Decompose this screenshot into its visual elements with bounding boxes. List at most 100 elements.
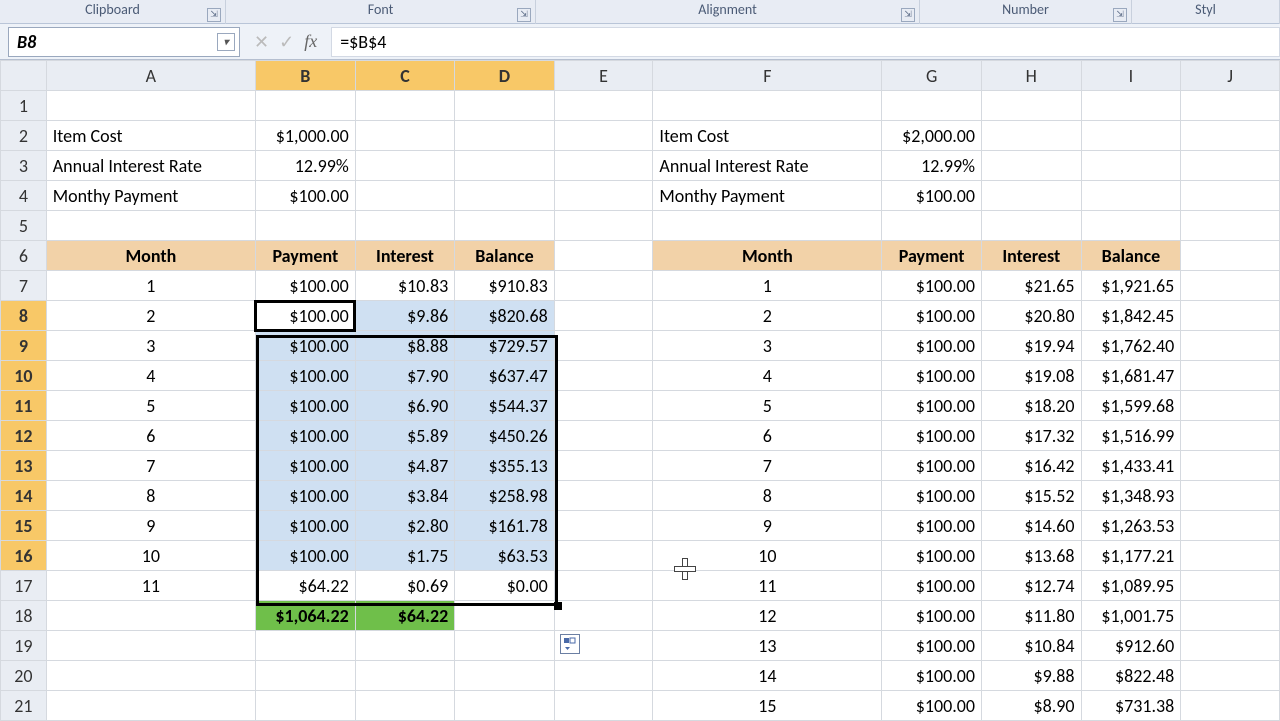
cell-B17[interactable]: $64.22 xyxy=(255,571,355,601)
cell-C6[interactable]: Interest xyxy=(355,241,455,271)
cell-E4[interactable] xyxy=(554,181,653,211)
cell-D19[interactable] xyxy=(455,631,555,661)
row-header-13[interactable]: 13 xyxy=(1,451,47,481)
column-header-H[interactable]: H xyxy=(982,61,1082,91)
cell-D13[interactable]: $355.13 xyxy=(455,451,555,481)
cell-G10[interactable]: $100.00 xyxy=(882,361,982,391)
cell-I16[interactable]: $1,177.21 xyxy=(1081,541,1181,571)
cell-J20[interactable] xyxy=(1181,661,1280,691)
cell-A17[interactable]: 11 xyxy=(46,571,255,601)
cell-J5[interactable] xyxy=(1181,211,1280,241)
cell-B5[interactable] xyxy=(255,211,355,241)
cell-A2[interactable]: Item Cost xyxy=(46,121,255,151)
cell-E3[interactable] xyxy=(554,151,653,181)
row-header-18[interactable]: 18 xyxy=(1,601,47,631)
dialog-launcher-icon[interactable]: ⇲ xyxy=(207,8,221,22)
cell-D20[interactable] xyxy=(455,661,555,691)
cell-E18[interactable] xyxy=(554,601,653,631)
cell-I11[interactable]: $1,599.68 xyxy=(1081,391,1181,421)
cell-A13[interactable]: 7 xyxy=(46,451,255,481)
row-header-6[interactable]: 6 xyxy=(1,241,47,271)
cell-H15[interactable]: $14.60 xyxy=(982,511,1082,541)
cell-H5[interactable] xyxy=(982,211,1082,241)
cell-I1[interactable] xyxy=(1081,91,1181,121)
cell-D16[interactable]: $63.53 xyxy=(455,541,555,571)
cell-H21[interactable]: $8.90 xyxy=(982,691,1082,721)
cell-I10[interactable]: $1,681.47 xyxy=(1081,361,1181,391)
cell-I9[interactable]: $1,762.40 xyxy=(1081,331,1181,361)
cell-G4[interactable]: $100.00 xyxy=(882,181,982,211)
cell-J1[interactable] xyxy=(1181,91,1280,121)
cell-J8[interactable] xyxy=(1181,301,1280,331)
cell-I8[interactable]: $1,842.45 xyxy=(1081,301,1181,331)
cell-G14[interactable]: $100.00 xyxy=(882,481,982,511)
column-header-A[interactable]: A xyxy=(46,61,255,91)
column-header-C[interactable]: C xyxy=(355,61,455,91)
cell-F16[interactable]: 10 xyxy=(653,541,882,571)
cell-C20[interactable] xyxy=(355,661,455,691)
cell-E16[interactable] xyxy=(554,541,653,571)
cell-H17[interactable]: $12.74 xyxy=(982,571,1082,601)
cell-E2[interactable] xyxy=(554,121,653,151)
cell-E14[interactable] xyxy=(554,481,653,511)
cell-D21[interactable] xyxy=(455,691,555,721)
cell-D4[interactable] xyxy=(455,181,555,211)
formula-input[interactable]: =$B$4 xyxy=(331,27,1280,57)
cell-G17[interactable]: $100.00 xyxy=(882,571,982,601)
cell-F18[interactable]: 12 xyxy=(653,601,882,631)
cell-D5[interactable] xyxy=(455,211,555,241)
cell-H11[interactable]: $18.20 xyxy=(982,391,1082,421)
row-header-2[interactable]: 2 xyxy=(1,121,47,151)
row-header-7[interactable]: 7 xyxy=(1,271,47,301)
cell-C21[interactable] xyxy=(355,691,455,721)
row-header-3[interactable]: 3 xyxy=(1,151,47,181)
name-box[interactable]: B8 ▾ xyxy=(8,27,240,57)
cell-B9[interactable]: $100.00 xyxy=(255,331,355,361)
cell-A19[interactable] xyxy=(46,631,255,661)
cell-J13[interactable] xyxy=(1181,451,1280,481)
cell-C16[interactable]: $1.75 xyxy=(355,541,455,571)
cell-B8[interactable]: $100.00 xyxy=(255,301,355,331)
chevron-down-icon[interactable]: ▾ xyxy=(217,33,235,51)
cell-E9[interactable] xyxy=(554,331,653,361)
cell-H20[interactable]: $9.88 xyxy=(982,661,1082,691)
cell-F10[interactable]: 4 xyxy=(653,361,882,391)
row-header-8[interactable]: 8 xyxy=(1,301,47,331)
column-header-J[interactable]: J xyxy=(1181,61,1280,91)
cell-G2[interactable]: $2,000.00 xyxy=(882,121,982,151)
cell-J3[interactable] xyxy=(1181,151,1280,181)
cancel-icon[interactable]: ✕ xyxy=(254,31,269,53)
cell-F14[interactable]: 8 xyxy=(653,481,882,511)
column-header-B[interactable]: B xyxy=(255,61,355,91)
cell-J18[interactable] xyxy=(1181,601,1280,631)
cell-E15[interactable] xyxy=(554,511,653,541)
row-header-19[interactable]: 19 xyxy=(1,631,47,661)
cell-J17[interactable] xyxy=(1181,571,1280,601)
cell-E8[interactable] xyxy=(554,301,653,331)
cell-C7[interactable]: $10.83 xyxy=(355,271,455,301)
cell-A11[interactable]: 5 xyxy=(46,391,255,421)
cell-H9[interactable]: $19.94 xyxy=(982,331,1082,361)
cell-F2[interactable]: Item Cost xyxy=(653,121,882,151)
cell-C2[interactable] xyxy=(355,121,455,151)
cell-H18[interactable]: $11.80 xyxy=(982,601,1082,631)
cell-C8[interactable]: $9.86 xyxy=(355,301,455,331)
cell-I4[interactable] xyxy=(1081,181,1181,211)
cell-E10[interactable] xyxy=(554,361,653,391)
cell-J10[interactable] xyxy=(1181,361,1280,391)
row-header-11[interactable]: 11 xyxy=(1,391,47,421)
row-header-9[interactable]: 9 xyxy=(1,331,47,361)
row-header-10[interactable]: 10 xyxy=(1,361,47,391)
cell-D14[interactable]: $258.98 xyxy=(455,481,555,511)
dialog-launcher-icon[interactable]: ⇲ xyxy=(517,8,531,22)
cell-G12[interactable]: $100.00 xyxy=(882,421,982,451)
cell-J14[interactable] xyxy=(1181,481,1280,511)
cell-I3[interactable] xyxy=(1081,151,1181,181)
cell-B15[interactable]: $100.00 xyxy=(255,511,355,541)
column-header-G[interactable]: G xyxy=(882,61,982,91)
row-header-20[interactable]: 20 xyxy=(1,661,47,691)
row-header-12[interactable]: 12 xyxy=(1,421,47,451)
cell-H6[interactable]: Interest xyxy=(982,241,1082,271)
cell-I13[interactable]: $1,433.41 xyxy=(1081,451,1181,481)
cell-I18[interactable]: $1,001.75 xyxy=(1081,601,1181,631)
